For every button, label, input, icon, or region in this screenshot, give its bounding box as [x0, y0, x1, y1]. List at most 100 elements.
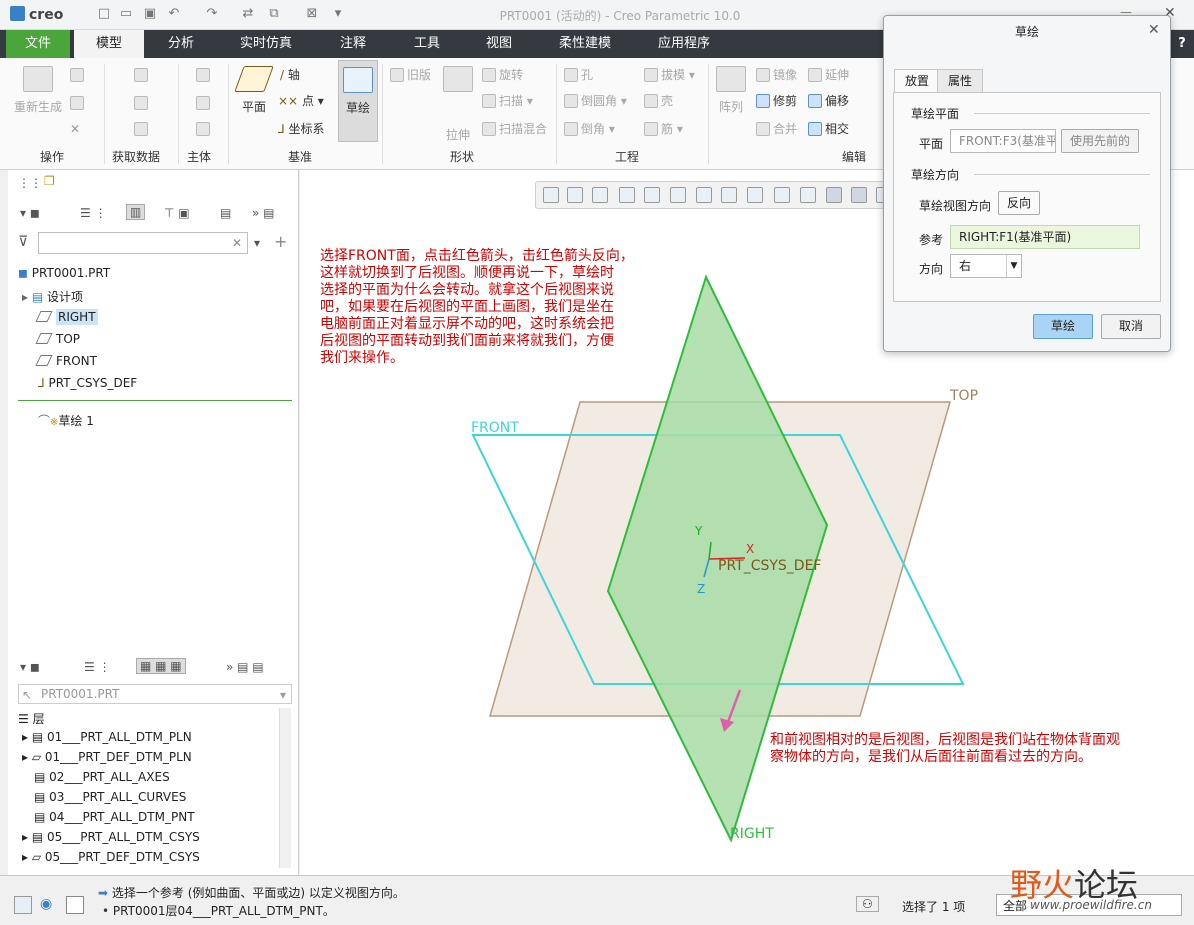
spin-center-icon[interactable]: [826, 187, 842, 203]
tree-item-csys[interactable]: ⅃ PRT_CSYS_DEF: [38, 376, 137, 390]
tree-root[interactable]: ◼ PRT0001.PRT: [18, 266, 110, 280]
repaint-icon[interactable]: [619, 187, 635, 203]
refit-icon[interactable]: [543, 187, 559, 203]
tree-filter-icon[interactable]: ⊤ ▣: [164, 206, 190, 220]
menu-flexible-modeling[interactable]: 柔性建模: [547, 30, 623, 58]
group-label-datum[interactable]: 基准: [288, 148, 312, 165]
layer-model-select[interactable]: PRT0001.PRT: [18, 684, 292, 704]
plane-button[interactable]: 平面: [234, 66, 274, 115]
draft-button[interactable]: 拔模 ▾: [644, 66, 695, 83]
datum-display-icon[interactable]: [774, 187, 790, 203]
trim-button[interactable]: 修剪: [756, 92, 797, 109]
more-icon[interactable]: » ▤: [252, 206, 275, 220]
tree-settings-icon[interactable]: ▤: [220, 206, 231, 220]
view-manager-icon[interactable]: [696, 187, 712, 203]
mirror-button[interactable]: 镜像: [756, 66, 797, 83]
sweep-button[interactable]: 扫描 ▾: [482, 92, 533, 109]
tree-item-right[interactable]: RIGHT: [35, 309, 98, 325]
axis-button[interactable]: / 轴: [280, 66, 300, 83]
menu-file[interactable]: 文件: [6, 30, 70, 58]
tab-placement[interactable]: 放置: [894, 69, 941, 92]
zoom-out-icon[interactable]: [592, 187, 608, 203]
menu-annotate[interactable]: 注释: [328, 30, 378, 58]
regenerate-button[interactable]: 重新生成: [14, 66, 62, 115]
tree-search-input[interactable]: [38, 232, 248, 254]
hole-button[interactable]: 孔: [564, 66, 593, 83]
annotation-display-icon[interactable]: [800, 187, 816, 203]
tree-item-sketch[interactable]: ⌒※草绘 1: [38, 412, 94, 429]
shell-button[interactable]: 壳: [644, 92, 673, 109]
regenerate-icon[interactable]: ⇄: [240, 6, 256, 22]
cancel-button[interactable]: 取消: [1101, 314, 1161, 339]
round-button[interactable]: 倒圆角 ▾: [564, 92, 627, 109]
menu-view[interactable]: 视图: [474, 30, 524, 58]
rib-button[interactable]: 筋 ▾: [644, 120, 683, 137]
direction-dropdown-icon[interactable]: ▼: [1006, 255, 1021, 277]
plane-field[interactable]: FRONT:F3(基准平面): [950, 129, 1056, 153]
merge-button[interactable]: 合并: [756, 120, 797, 137]
filter-icon[interactable]: ⊽: [18, 234, 28, 250]
navigator-toggle-icon[interactable]: [14, 896, 32, 914]
saved-orientations-icon[interactable]: [670, 187, 686, 203]
extend-button[interactable]: 延伸: [808, 66, 849, 83]
insert-indicator[interactable]: [18, 400, 292, 401]
offset-button[interactable]: 偏移: [808, 92, 849, 109]
group-label-body[interactable]: 主体: [187, 148, 211, 165]
help-button[interactable]: ?: [1170, 30, 1194, 58]
sketch-ok-button[interactable]: 草绘: [1033, 314, 1093, 339]
tree-columns-icon[interactable]: ▥: [126, 204, 146, 220]
tree-item-design[interactable]: ▸ ▤ 设计项: [22, 288, 83, 305]
group-label-operations[interactable]: 操作: [40, 148, 64, 165]
display-style-icon[interactable]: [644, 187, 660, 203]
expand-icon[interactable]: ▸: [22, 290, 32, 304]
clear-search-icon[interactable]: ✕: [232, 236, 242, 250]
search-dropdown-icon[interactable]: ▾: [254, 236, 260, 250]
tab-properties[interactable]: 属性: [937, 69, 984, 92]
body-new-icon[interactable]: [196, 122, 213, 136]
sketch-button[interactable]: 草绘: [338, 60, 378, 142]
close-window-icon[interactable]: ⊠: [304, 6, 320, 22]
layer-show-icon[interactable]: ☰ ⋮: [84, 660, 111, 674]
copy-icon[interactable]: [70, 68, 87, 82]
copy-geometry-icon[interactable]: [134, 96, 151, 110]
pattern-button[interactable]: 阵列: [714, 66, 748, 115]
swept-blend-button[interactable]: 扫描混合: [482, 120, 547, 137]
layer-item[interactable]: ▸ ▤ 05___PRT_ALL_DTM_CSYS: [22, 830, 200, 844]
layer-item[interactable]: ▸ ▤ 01___PRT_ALL_DTM_PLN: [22, 730, 192, 744]
reference-field[interactable]: RIGHT:F1(基准平面): [950, 225, 1140, 249]
redo-icon[interactable]: ↷: [204, 6, 220, 22]
layer-menu-chevron-icon[interactable]: ▾ ◼: [20, 660, 40, 674]
layer-scrollbar[interactable]: [279, 708, 291, 868]
layer-item[interactable]: ▸ ▱ 01___PRT_DEF_DTM_PLN: [22, 750, 192, 764]
layer-select-dropdown-icon[interactable]: ▾: [280, 688, 286, 702]
menu-tools[interactable]: 工具: [402, 30, 452, 58]
body-icon[interactable]: [196, 68, 213, 82]
new-icon[interactable]: □: [96, 6, 112, 22]
add-filter-icon[interactable]: +: [274, 232, 287, 251]
tree-item-top[interactable]: TOP: [35, 332, 80, 346]
zoom-in-icon[interactable]: [567, 187, 583, 203]
find-icon[interactable]: ⚇: [856, 896, 879, 912]
csys-button[interactable]: ⅃ 坐标系: [278, 120, 325, 137]
tree-item-front[interactable]: FRONT: [35, 354, 97, 368]
save-icon[interactable]: ▣: [142, 6, 158, 22]
layer-item[interactable]: ▸ ▱ 05___PRT_DEF_DTM_CSYS: [22, 850, 200, 864]
dialog-close-icon[interactable]: ✕: [1148, 22, 1164, 40]
menu-applications[interactable]: 应用程序: [646, 30, 722, 58]
flip-button[interactable]: 反向: [998, 191, 1040, 215]
body-copy-icon[interactable]: [196, 96, 213, 110]
paste-icon[interactable]: [70, 96, 87, 110]
menu-model[interactable]: 模型: [74, 30, 144, 58]
delete-icon[interactable]: ✕: [70, 122, 80, 136]
show-icon[interactable]: ☰ ⋮: [80, 206, 107, 220]
layer-more-icon[interactable]: » ▤ ▤: [226, 660, 264, 674]
undo-icon[interactable]: ↶: [166, 6, 182, 22]
group-label-shape[interactable]: 形状: [450, 148, 474, 165]
model-tree-tab-icon[interactable]: ⋮⋮: [18, 176, 42, 190]
layer-item[interactable]: ▤ 03___PRT_ALL_CURVES: [34, 790, 186, 804]
section-icon[interactable]: [747, 187, 763, 203]
group-label-get-data[interactable]: 获取数据: [112, 148, 160, 165]
merge-icon[interactable]: [134, 122, 151, 136]
menu-simulation[interactable]: 实时仿真: [228, 30, 304, 58]
chamfer-button[interactable]: 倒角 ▾: [564, 120, 615, 137]
